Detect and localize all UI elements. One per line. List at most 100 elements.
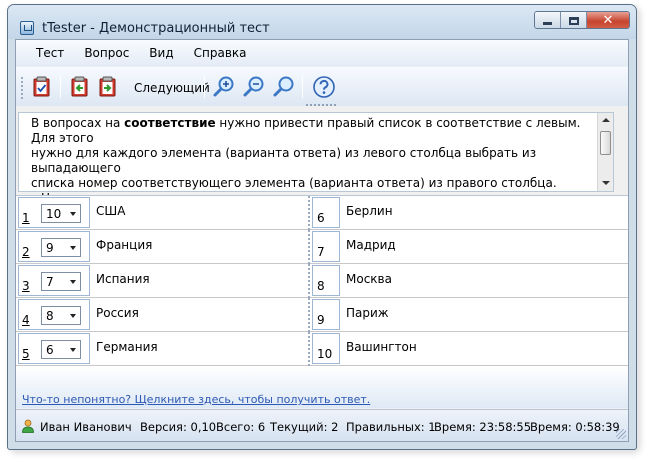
right-item-cell: 7 bbox=[312, 231, 340, 262]
table-row: 5 6 Германия 10 Вашингтон bbox=[16, 332, 628, 366]
close-icon: ✕ bbox=[602, 13, 614, 28]
left-item-cell: 4 8 bbox=[18, 299, 90, 330]
toolbar: Следующий bbox=[16, 66, 628, 106]
answer-select-value: 9 bbox=[46, 241, 54, 255]
zoom-out-button[interactable] bbox=[242, 75, 266, 99]
main-window: tTester - Демонстрационный тест ✕ Тест В… bbox=[7, 4, 637, 450]
answer-select-value: 10 bbox=[46, 207, 62, 221]
column-divider[interactable] bbox=[308, 332, 311, 366]
user-icon bbox=[22, 419, 34, 433]
right-item-cell: 8 bbox=[312, 265, 340, 296]
answer-select[interactable]: 6 bbox=[41, 340, 81, 359]
right-item-text: Париж bbox=[346, 306, 389, 320]
toolbar-grip[interactable] bbox=[21, 77, 24, 99]
question-text-part: В вопросах на bbox=[31, 116, 125, 130]
left-item-number: 1 bbox=[22, 211, 30, 225]
left-item-cell: 5 6 bbox=[18, 333, 90, 364]
right-item-text: Мадрид bbox=[346, 238, 396, 252]
column-divider[interactable] bbox=[308, 230, 311, 264]
toolbar-separator bbox=[204, 76, 205, 98]
right-item-cell: 6 bbox=[312, 197, 340, 228]
zoom-reset-icon bbox=[273, 76, 294, 97]
scroll-up-icon[interactable] bbox=[602, 118, 610, 122]
next-question-icon bbox=[99, 76, 116, 97]
status-version: Версия: 0,10 bbox=[140, 420, 217, 434]
table-row: 1 10 США 6 Берлин bbox=[16, 196, 628, 230]
zoom-out-icon bbox=[243, 76, 264, 97]
help-link[interactable]: Что-то непонятно? Щелкните здесь, чтобы … bbox=[22, 393, 370, 406]
table-row: 4 8 Россия 9 Париж bbox=[16, 298, 628, 332]
column-divider[interactable] bbox=[308, 196, 311, 230]
status-correct: Правильных: 1 bbox=[346, 420, 436, 434]
help-icon bbox=[313, 76, 335, 98]
prev-question-button[interactable] bbox=[68, 75, 92, 99]
right-item-text: Берлин bbox=[346, 204, 393, 218]
left-item-cell: 2 9 bbox=[18, 231, 90, 262]
right-item-cell: 10 bbox=[312, 333, 340, 364]
zoom-reset-button[interactable] bbox=[272, 75, 296, 99]
test-report-button[interactable] bbox=[30, 75, 54, 99]
next-question-button[interactable] bbox=[96, 75, 120, 99]
right-item-number: 6 bbox=[317, 211, 325, 225]
answer-select[interactable]: 9 bbox=[41, 238, 81, 257]
right-item-number: 8 bbox=[317, 279, 325, 293]
left-item-text: Германия bbox=[96, 340, 158, 354]
next-button-label[interactable]: Следующий bbox=[134, 81, 210, 95]
left-item-number: 2 bbox=[22, 245, 30, 259]
right-item-number: 7 bbox=[317, 245, 325, 259]
right-item-number: 10 bbox=[317, 347, 333, 361]
maximize-button[interactable] bbox=[561, 12, 587, 28]
zoom-in-icon bbox=[213, 76, 234, 97]
answer-select[interactable]: 7 bbox=[41, 272, 81, 291]
menu-bar: Тест Вопрос Вид Справка bbox=[16, 40, 628, 66]
matching-grid: 1 10 США 6 Берлин 2 9 Франция 7 Мадрид 3… bbox=[16, 195, 628, 366]
table-row: 2 9 Франция 7 Мадрид bbox=[16, 230, 628, 264]
left-item-text: Россия bbox=[96, 306, 139, 320]
left-item-text: Испания bbox=[96, 272, 150, 286]
answer-select[interactable]: 10 bbox=[41, 204, 81, 223]
answer-select[interactable]: 8 bbox=[41, 306, 81, 325]
client-area: Тест Вопрос Вид Справка Следующий В вопр… bbox=[15, 39, 629, 442]
minimize-button[interactable] bbox=[535, 12, 561, 28]
status-bar: Иван Иванович Версия: 0,10 Всего: 6 Теку… bbox=[16, 409, 628, 441]
question-line: нужно для каждого элемента (варианта отв… bbox=[31, 146, 537, 175]
title-bar[interactable]: tTester - Демонстрационный тест ✕ bbox=[8, 5, 636, 39]
menu-view[interactable]: Вид bbox=[139, 44, 183, 62]
left-item-cell: 3 7 bbox=[18, 265, 90, 296]
question-line: списка номер соответствующего элемента (… bbox=[31, 176, 557, 190]
menu-question[interactable]: Вопрос bbox=[74, 44, 139, 62]
menu-test[interactable]: Тест bbox=[26, 44, 74, 62]
right-item-text: Вашингтон bbox=[346, 340, 417, 354]
status-current: Текущий: 2 bbox=[270, 420, 339, 434]
chevron-down-icon bbox=[70, 212, 76, 216]
app-icon[interactable] bbox=[20, 21, 34, 35]
left-item-text: США bbox=[96, 204, 126, 218]
left-item-number: 5 bbox=[22, 347, 30, 361]
question-text: В вопросах на соответствие нужно привест… bbox=[18, 112, 614, 205]
window-controls: ✕ bbox=[534, 11, 630, 29]
test-report-icon bbox=[33, 76, 50, 97]
status-total: Всего: 6 bbox=[216, 420, 266, 434]
help-panel: Что-то непонятно? Щелкните здесь, чтобы … bbox=[16, 366, 628, 408]
left-item-cell: 1 10 bbox=[18, 197, 90, 228]
splitter-handle[interactable] bbox=[306, 104, 336, 107]
column-divider[interactable] bbox=[308, 264, 311, 298]
resize-grip[interactable] bbox=[616, 429, 626, 439]
prev-question-icon bbox=[71, 76, 88, 97]
left-item-number: 3 bbox=[22, 279, 30, 293]
scroll-down-icon[interactable] bbox=[602, 181, 610, 185]
right-item-number: 9 bbox=[317, 313, 325, 327]
toolbar-separator bbox=[60, 76, 61, 98]
zoom-in-button[interactable] bbox=[212, 75, 236, 99]
left-item-text: Франция bbox=[96, 238, 153, 252]
scroll-thumb[interactable] bbox=[600, 131, 611, 155]
close-button[interactable]: ✕ bbox=[587, 12, 629, 28]
menu-help[interactable]: Справка bbox=[184, 44, 257, 62]
question-scrollbar[interactable] bbox=[597, 113, 613, 191]
answer-select-value: 7 bbox=[46, 275, 54, 289]
chevron-down-icon bbox=[70, 280, 76, 284]
column-divider[interactable] bbox=[308, 298, 311, 332]
window-title: tTester - Демонстрационный тест bbox=[42, 21, 270, 36]
table-row: 3 7 Испания 8 Москва bbox=[16, 264, 628, 298]
help-button[interactable] bbox=[312, 75, 336, 99]
